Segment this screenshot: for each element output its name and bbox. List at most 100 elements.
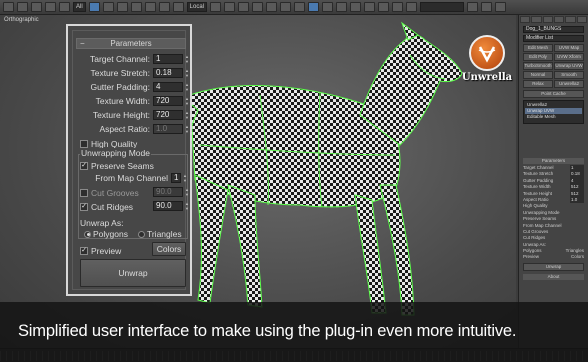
cut-grooves-spinner[interactable]: 90.0 bbox=[153, 187, 183, 197]
caption-text: Simplified user interface to make using … bbox=[18, 322, 517, 340]
region-select-icon[interactable] bbox=[116, 2, 128, 12]
selection-filter-dropdown[interactable]: All bbox=[73, 2, 86, 12]
viewport-label[interactable]: Orthographic bbox=[4, 17, 39, 23]
hierarchy-tab-icon[interactable] bbox=[542, 16, 553, 23]
undo-icon[interactable] bbox=[3, 2, 14, 12]
triangles-radio[interactable] bbox=[137, 230, 145, 238]
modifier-button[interactable]: Edit Poly bbox=[523, 53, 553, 61]
cmd-colors-button[interactable]: Colors bbox=[571, 254, 584, 260]
unlink-icon[interactable] bbox=[45, 2, 56, 12]
window-crossing-icon[interactable] bbox=[130, 2, 142, 12]
quick-render-icon[interactable] bbox=[481, 2, 493, 12]
spinner-snap-icon[interactable] bbox=[294, 2, 306, 12]
texture-height-label: Texture Height: bbox=[92, 110, 150, 120]
select-object-icon[interactable] bbox=[88, 2, 100, 12]
modifier-button[interactable]: Smooth bbox=[554, 71, 584, 79]
modifier-button[interactable]: UVW Xform bbox=[554, 53, 584, 61]
from-map-channel-spinner[interactable]: 1 bbox=[171, 173, 181, 183]
create-tab-icon[interactable] bbox=[520, 16, 531, 23]
cmd-about-header[interactable]: About bbox=[523, 273, 584, 280]
aspect-ratio-row: Aspect Ratio: 1.0 ▲ ▼ bbox=[74, 123, 190, 135]
cmd-param-value[interactable]: 1.0 bbox=[570, 196, 584, 204]
named-selection-icon[interactable] bbox=[308, 2, 320, 12]
redo-icon[interactable] bbox=[17, 2, 28, 12]
viewport[interactable]: Orthographic Unwrella − Parameters Targe… bbox=[0, 15, 516, 348]
collapse-icon: − bbox=[80, 39, 85, 48]
percent-snap-icon[interactable] bbox=[280, 2, 292, 12]
motion-tab-icon[interactable] bbox=[553, 16, 565, 23]
curve-editor-icon[interactable] bbox=[364, 2, 376, 12]
object-name-field[interactable]: Dog_1_BUNGS bbox=[523, 26, 584, 33]
spinner-arrows-icon[interactable]: ▲ ▼ bbox=[182, 173, 188, 183]
move-icon[interactable] bbox=[144, 2, 156, 12]
select-by-name-icon[interactable] bbox=[102, 2, 114, 12]
mirror-icon[interactable] bbox=[322, 2, 334, 12]
schematic-icon[interactable] bbox=[378, 2, 390, 12]
high-quality-checkbox[interactable] bbox=[80, 139, 88, 148]
texture-width-spinner[interactable]: 720 bbox=[153, 96, 183, 106]
spinner-arrows-icon[interactable]: ▲ ▼ bbox=[184, 110, 190, 120]
modifier-button[interactable]: Edit Mesh bbox=[523, 44, 553, 52]
modifier-button[interactable]: TurboSmooth bbox=[523, 62, 553, 70]
gutter-padding-spinner[interactable]: 4 bbox=[153, 82, 183, 92]
aspect-ratio-spinner[interactable]: 1.0 bbox=[153, 124, 183, 134]
spinner-arrows-icon[interactable]: ▲ ▼ bbox=[184, 201, 190, 211]
modifier-button[interactable]: Unwrap UVW bbox=[554, 62, 584, 70]
scale-icon[interactable] bbox=[172, 2, 184, 12]
stack-item[interactable]: Editable Mesh bbox=[525, 114, 582, 120]
bind-icon[interactable] bbox=[59, 2, 70, 12]
utilities-tab-icon[interactable] bbox=[576, 16, 587, 23]
polygons-radio[interactable] bbox=[84, 230, 91, 238]
point-cache-button[interactable]: Point Cache bbox=[523, 90, 584, 98]
align-icon[interactable] bbox=[336, 2, 348, 12]
unwrella-logo: Unwrella bbox=[458, 35, 516, 83]
angle-snap-icon[interactable] bbox=[266, 2, 278, 12]
unwrap-button[interactable]: Unwrap bbox=[80, 259, 186, 287]
texture-stretch-label: Texture Stretch: bbox=[90, 68, 150, 78]
colors-button[interactable]: Colors bbox=[152, 242, 186, 256]
rotate-icon[interactable] bbox=[158, 2, 170, 12]
cmd-preview-checkbox[interactable]: Preview bbox=[523, 254, 539, 260]
target-channel-spinner[interactable]: 1 bbox=[153, 54, 183, 64]
render-preset-dropdown[interactable] bbox=[420, 2, 465, 12]
render-setup-icon[interactable] bbox=[406, 2, 418, 12]
modifier-list-dropdown[interactable]: Modifier List bbox=[523, 35, 584, 42]
spinner-arrows-icon[interactable]: ▲ ▼ bbox=[184, 68, 190, 78]
modifier-button[interactable]: Normal bbox=[523, 71, 553, 79]
modifier-button[interactable]: Relax bbox=[523, 80, 553, 88]
snap-icon[interactable] bbox=[252, 2, 264, 12]
material-editor-icon[interactable] bbox=[392, 2, 404, 12]
link-icon[interactable] bbox=[31, 2, 42, 12]
spinner-arrows-icon[interactable]: ▲ ▼ bbox=[184, 96, 190, 106]
preview-checkbox[interactable]: ✓ bbox=[80, 246, 88, 255]
spinner-arrows-icon[interactable]: ▲ ▼ bbox=[184, 82, 190, 92]
texture-width-row: Texture Width: 720 ▲ ▼ bbox=[74, 95, 190, 107]
texture-stretch-spinner[interactable]: 0.18 bbox=[153, 68, 183, 78]
texture-stretch-row: Texture Stretch: 0.18 ▲ ▼ bbox=[74, 67, 190, 79]
keyboard-shortcut-icon[interactable] bbox=[238, 2, 250, 12]
unwrella-logo-text: Unwrella bbox=[461, 72, 513, 83]
spinner-arrows-icon[interactable]: ▲ ▼ bbox=[184, 54, 190, 64]
unwrap-as-label: Unwrap As: bbox=[80, 218, 124, 228]
display-tab-icon[interactable] bbox=[565, 16, 576, 23]
pivot-icon[interactable] bbox=[210, 2, 222, 12]
render-frame-icon[interactable] bbox=[495, 2, 507, 12]
spinner-arrows-icon[interactable]: ▲ ▼ bbox=[184, 124, 190, 134]
modifier-button[interactable]: UVW Map bbox=[554, 44, 584, 52]
manipulate-icon[interactable] bbox=[224, 2, 236, 12]
parameters-rollout-header[interactable]: − Parameters bbox=[76, 38, 186, 49]
from-map-channel-row: From Map Channel 1 ▲ ▼ bbox=[72, 172, 188, 184]
cut-ridges-spinner[interactable]: 90.0 bbox=[153, 201, 183, 211]
modifier-button[interactable]: Unwrella2 bbox=[554, 80, 584, 88]
coord-system-dropdown[interactable]: Local bbox=[186, 2, 208, 12]
modify-tab-icon[interactable] bbox=[531, 16, 542, 23]
cmd-unwrap-button[interactable]: Unwrap bbox=[523, 262, 584, 271]
preserve-seams-row: ✓ Preserve Seams bbox=[80, 160, 154, 171]
texture-height-row: Texture Height: 720 ▲ ▼ bbox=[74, 109, 190, 121]
render-icon[interactable] bbox=[467, 2, 479, 12]
cmd-parameters-header[interactable]: Parameters bbox=[523, 158, 584, 164]
spinner-arrows-icon[interactable]: ▲ ▼ bbox=[184, 187, 190, 197]
texture-height-spinner[interactable]: 720 bbox=[153, 110, 183, 120]
layers-icon[interactable] bbox=[350, 2, 362, 12]
preserve-seams-checkbox[interactable]: ✓ bbox=[80, 161, 88, 170]
